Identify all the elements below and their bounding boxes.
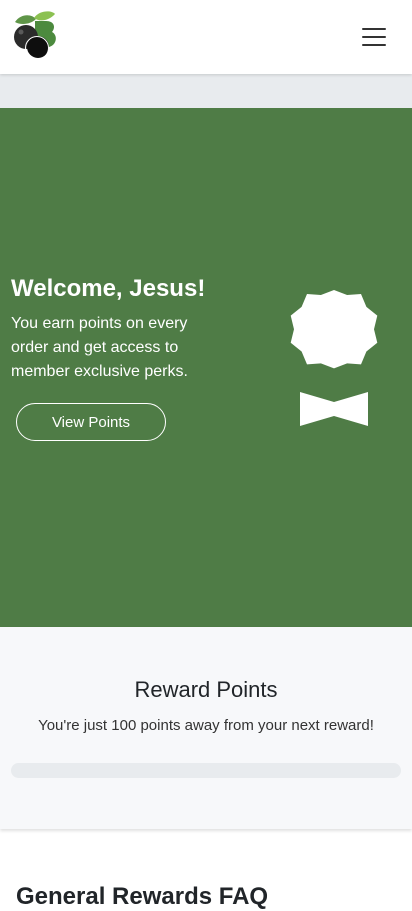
award-ribbon-icon [284, 290, 384, 430]
hero-title: Welcome, Jesus! [11, 275, 206, 302]
view-points-button[interactable]: View Points [16, 403, 166, 441]
reward-progress-bar [11, 763, 401, 778]
faq-title: General Rewards FAQ [16, 883, 269, 910]
reward-points-section: Reward Points You're just 100 points awa… [0, 627, 412, 829]
welcome-hero: Welcome, Jesus! You earn points on every… [0, 108, 412, 627]
menu-toggle-button[interactable] [356, 22, 392, 52]
hamburger-menu-icon [362, 28, 386, 30]
reward-points-subtitle: You're just 100 points away from your ne… [38, 717, 374, 734]
hamburger-menu-icon [362, 36, 386, 38]
hamburger-menu-icon [362, 44, 386, 46]
reward-points-title: Reward Points [134, 677, 278, 702]
site-header [0, 0, 412, 74]
header-spacer [0, 74, 412, 108]
brand-logo-icon[interactable] [12, 10, 62, 62]
hero-description: You earn points on every order and get a… [11, 315, 188, 380]
